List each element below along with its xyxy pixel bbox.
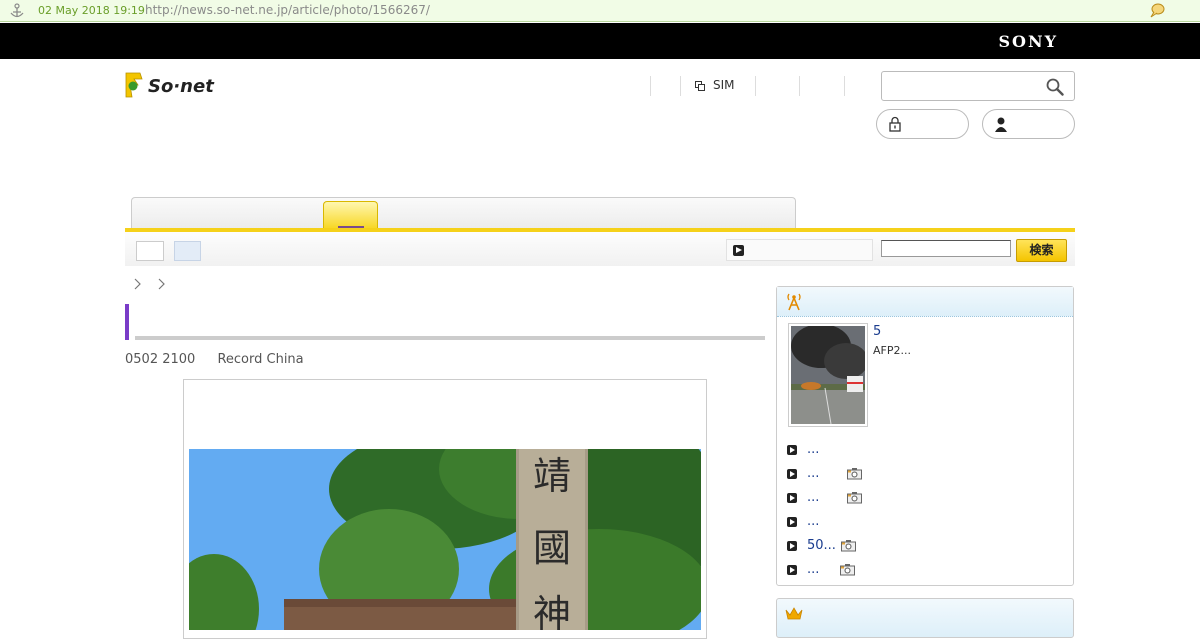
crown-icon (785, 607, 803, 620)
login-button[interactable] (876, 109, 969, 139)
anchor-icon[interactable] (9, 3, 25, 19)
article-photo[interactable]: 靖 國 神 (189, 449, 701, 630)
subnav-button-selected[interactable] (174, 241, 201, 261)
article-source[interactable]: Record China (217, 352, 303, 367)
video-link[interactable] (726, 239, 873, 261)
sidebar-news-list: ... ... ... ... 50... ... (787, 442, 1057, 586)
nav-divider (650, 76, 651, 96)
plane-crash-photo (791, 326, 865, 424)
list-item[interactable]: 50... (787, 538, 1057, 562)
article-title-accent (125, 304, 129, 340)
svg-text:神: 神 (533, 592, 571, 630)
sidebar-ranking-box (776, 598, 1074, 638)
article-title-underline (135, 336, 765, 340)
list-item[interactable]: ... (787, 514, 1057, 538)
arrow-bullet-icon (787, 445, 797, 455)
site-logo[interactable]: So·net (124, 71, 220, 101)
site-search[interactable] (881, 71, 1075, 101)
nav-label-sim: SIM (713, 78, 735, 92)
list-item-text[interactable]: ... (807, 490, 819, 505)
logo-mark-icon (125, 72, 143, 98)
svg-text:靖: 靖 (533, 454, 571, 498)
list-item-text[interactable]: 50... (807, 538, 836, 553)
lock-icon (889, 116, 901, 132)
sidebar-header (777, 287, 1073, 317)
camera-icon (847, 468, 862, 480)
archive-bar: 02 May 2018 19:19 http://news.so-net.ne.… (0, 0, 1200, 22)
list-item[interactable]: ... (787, 562, 1057, 586)
svg-text:國: 國 (533, 526, 571, 570)
tab-active[interactable] (323, 201, 378, 230)
antenna-icon (787, 293, 801, 311)
camera-icon (847, 492, 862, 504)
external-link-icon (695, 81, 705, 91)
list-item[interactable]: ... (787, 442, 1057, 466)
category-tabs (131, 197, 796, 229)
feature-description: AFP2... (873, 344, 911, 357)
member-button[interactable] (982, 109, 1075, 139)
list-item[interactable]: ... (787, 490, 1057, 514)
feature-thumbnail[interactable] (788, 323, 868, 427)
list-item-text[interactable]: ... (807, 442, 819, 457)
archive-url[interactable]: http://news.so-net.ne.jp/article/photo/1… (145, 3, 430, 17)
sidebar-news-box: 5 AFP2... ... ... ... ... 50... ... (776, 286, 1074, 586)
list-item-text[interactable]: ... (807, 466, 819, 481)
nav-divider (799, 76, 800, 96)
feature-headline[interactable]: 5 (873, 324, 881, 339)
list-item-text[interactable]: ... (807, 514, 819, 529)
arrow-bullet-icon (787, 565, 797, 575)
sony-logo[interactable]: SONY (998, 32, 1058, 51)
arrow-bullet-icon (787, 541, 797, 551)
site-search-input[interactable] (888, 77, 1038, 95)
nav-divider (680, 76, 681, 96)
article-meta: 0502 2100 Record China (125, 352, 304, 367)
play-icon (733, 245, 744, 256)
arrow-bullet-icon (787, 517, 797, 527)
logo-text: So·net (148, 76, 214, 97)
list-item[interactable]: ... (787, 466, 1057, 490)
nav-divider (755, 76, 756, 96)
chevron-right-icon (158, 278, 165, 290)
user-icon (995, 117, 1007, 132)
camera-icon (841, 540, 856, 552)
speech-balloon-icon[interactable] (1148, 2, 1166, 20)
sub-nav-bar: 検索 (125, 232, 1075, 266)
subnav-button[interactable] (136, 241, 164, 261)
chevron-right-icon (134, 278, 141, 290)
article-date: 0502 2100 (125, 352, 196, 367)
arrow-bullet-icon (787, 469, 797, 479)
keyword-search-input[interactable] (881, 240, 1011, 257)
arrow-bullet-icon (787, 493, 797, 503)
camera-icon (840, 564, 855, 576)
nav-divider (844, 76, 845, 96)
archive-date: 02 May 2018 19:19 (38, 4, 145, 17)
search-icon[interactable] (1046, 78, 1064, 96)
brand-bar: SONY (0, 23, 1200, 59)
search-button[interactable]: 検索 (1016, 239, 1067, 262)
list-item-text[interactable]: ... (807, 562, 819, 577)
yasukuni-shrine-photo: 靖 國 神 (189, 449, 701, 630)
